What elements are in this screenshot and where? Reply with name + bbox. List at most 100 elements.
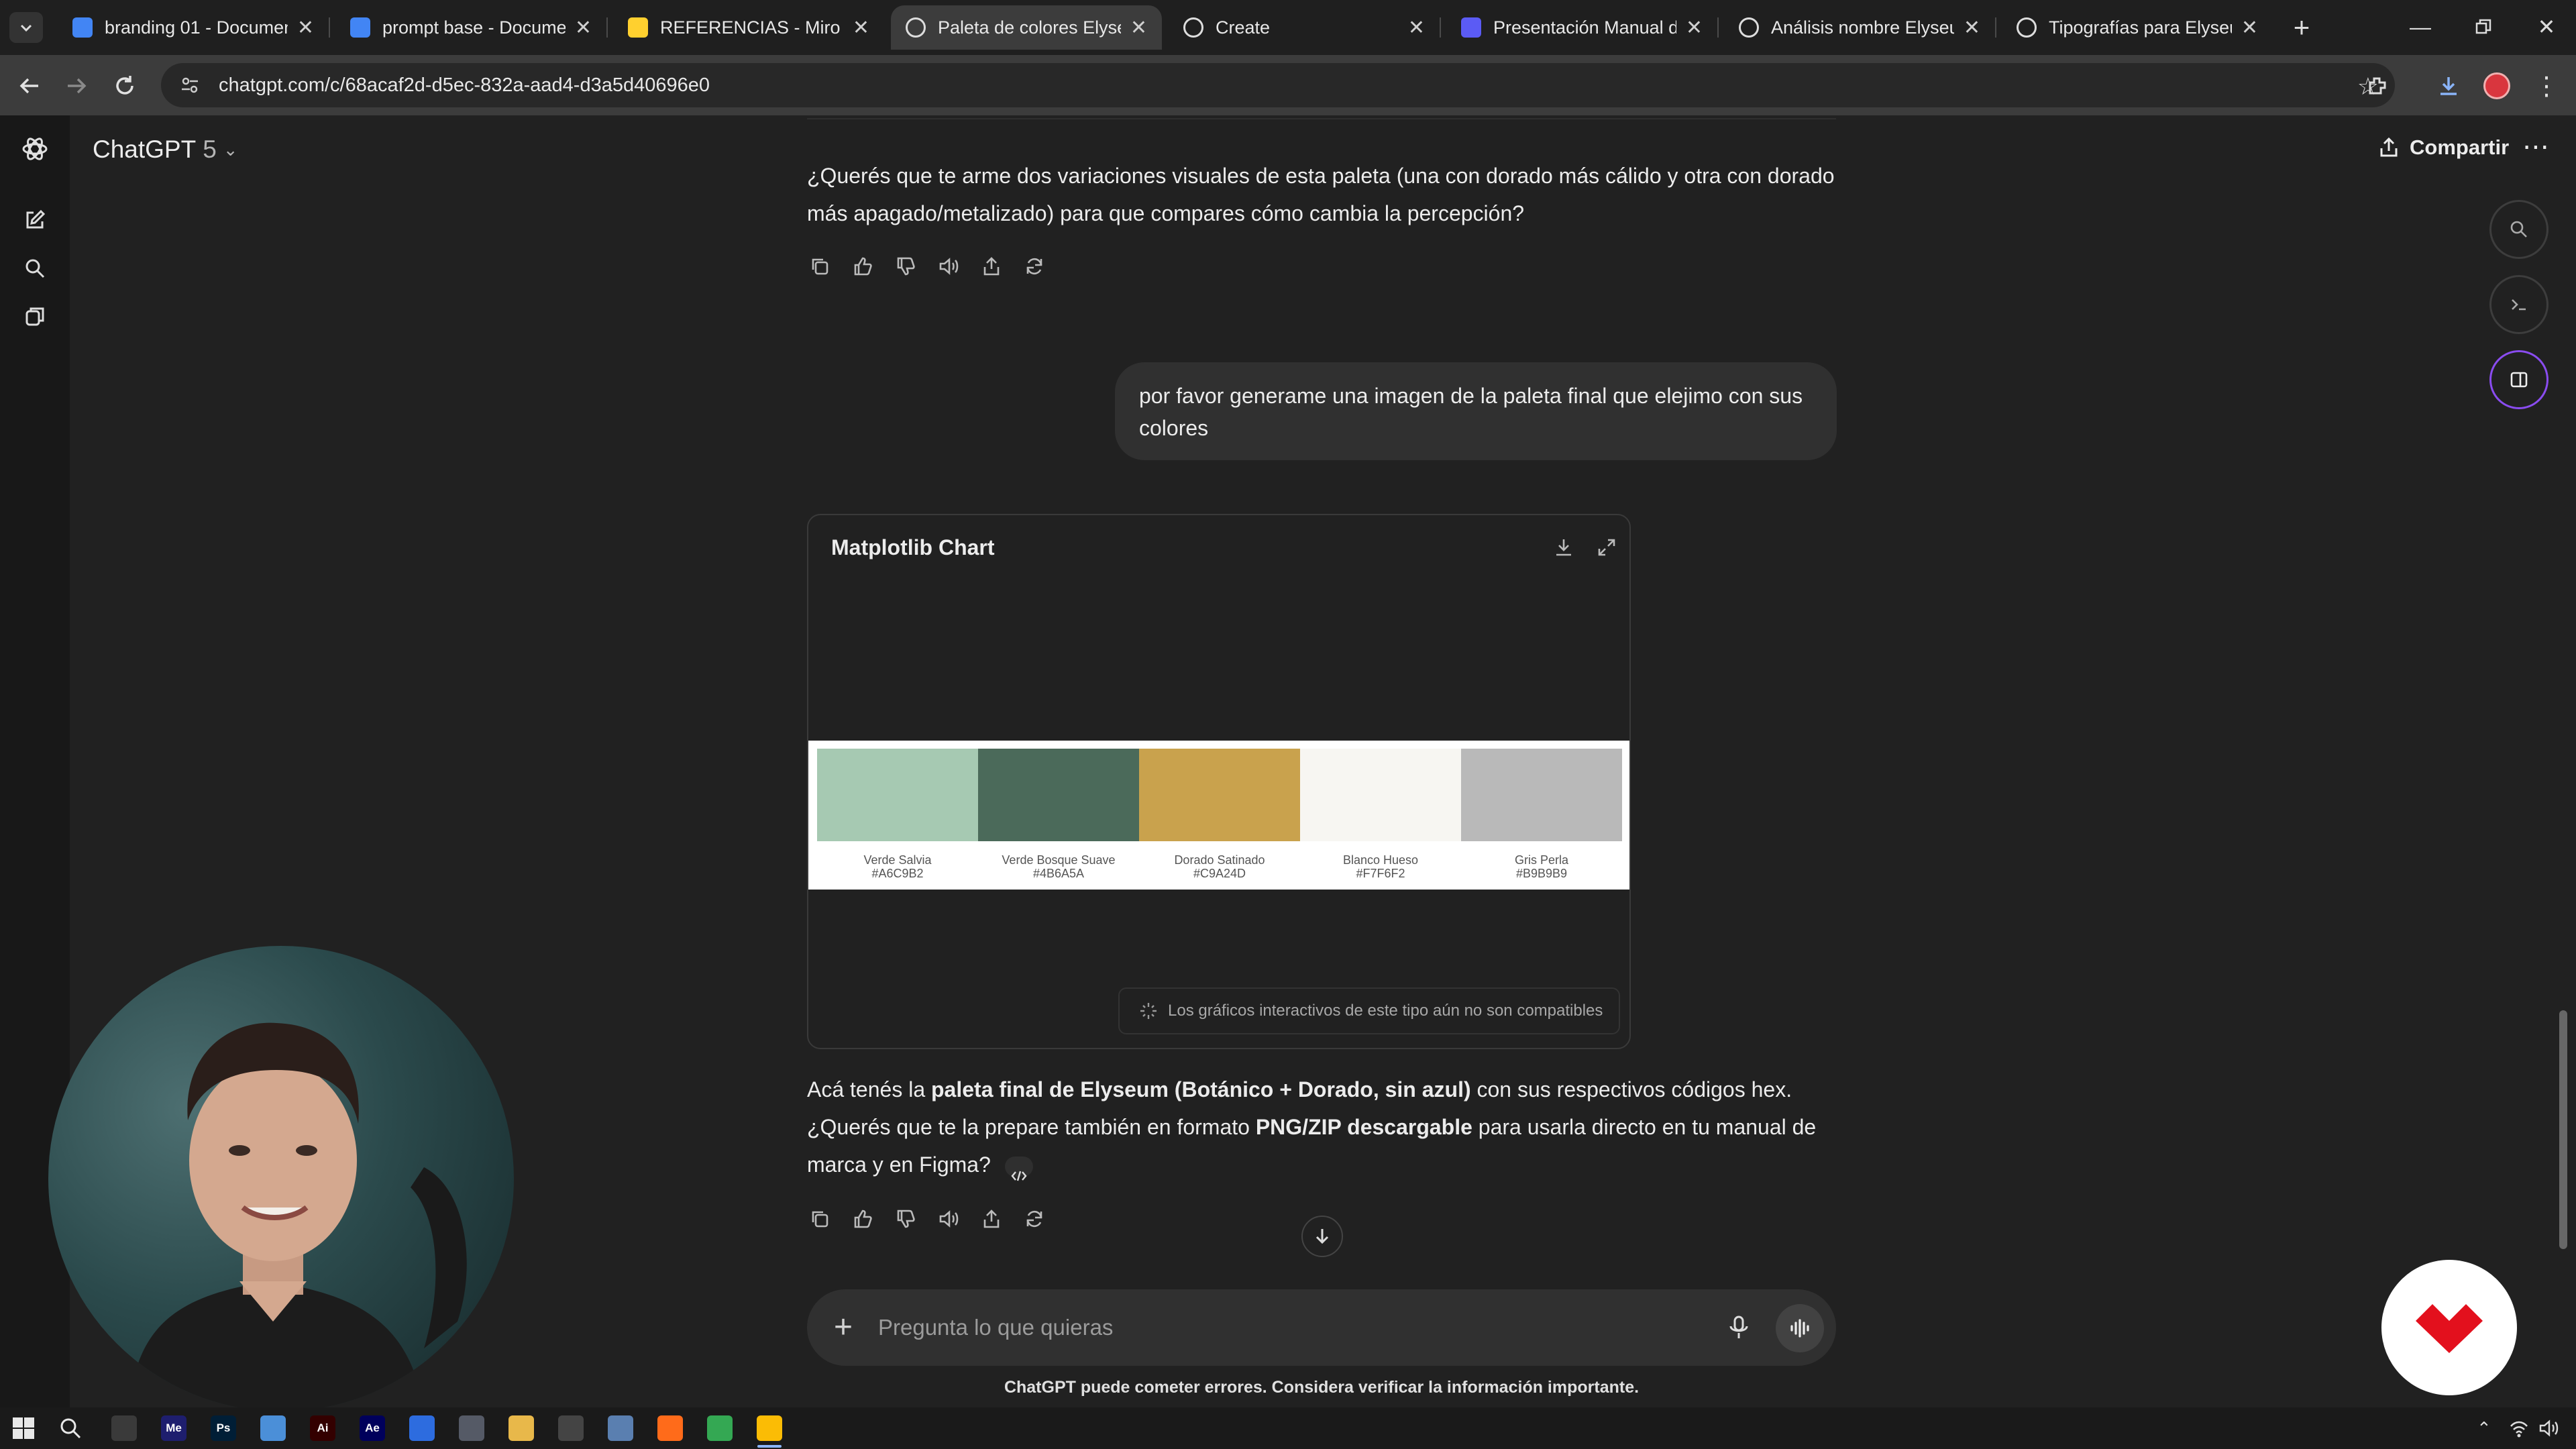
close-tab-icon[interactable]: ✕ — [1130, 16, 1147, 40]
openai-logo-icon[interactable] — [20, 134, 50, 164]
swatch-name-label: Gris Perla — [1514, 853, 1568, 867]
floating-sidepanel-button[interactable] — [2489, 350, 2548, 409]
illustrator-icon[interactable]: Ai — [310, 1415, 335, 1441]
chrome-icon[interactable] — [707, 1415, 733, 1441]
photoshop-icon[interactable]: Ps — [211, 1415, 236, 1441]
microphone-icon[interactable] — [1722, 1311, 1756, 1344]
restore-button[interactable] — [2463, 8, 2504, 46]
download-chart-icon[interactable] — [1550, 534, 1577, 561]
more-options-icon[interactable]: ⋯ — [2522, 131, 2549, 162]
swatch-hex-label: #A6C9B2 — [871, 867, 924, 880]
firefox-icon[interactable] — [657, 1415, 683, 1441]
browser-tab[interactable]: Presentación Manual de I ✕ — [1446, 5, 1717, 50]
calculator-icon[interactable] — [558, 1415, 584, 1441]
copy-icon[interactable] — [798, 250, 841, 283]
copy-icon[interactable] — [798, 1202, 841, 1236]
share-icon[interactable] — [970, 250, 1013, 283]
close-tab-icon[interactable]: ✕ — [297, 16, 314, 40]
forward-button[interactable] — [58, 67, 95, 105]
user-message: por favor generame una imagen de la pale… — [1115, 362, 1837, 460]
read-aloud-icon[interactable] — [927, 250, 970, 283]
scrollbar-thumb[interactable] — [2559, 1010, 2567, 1249]
close-tab-icon[interactable]: ✕ — [853, 16, 869, 40]
address-bar[interactable]: chatgpt.com/c/68acaf2d-d5ec-832a-aad4-d3… — [161, 63, 2395, 107]
close-tab-icon[interactable]: ✕ — [575, 16, 592, 40]
clock-app-icon[interactable] — [111, 1415, 137, 1441]
palette-swatch — [1300, 749, 1461, 841]
regenerate-icon[interactable] — [1013, 1202, 1056, 1236]
browser-tab[interactable]: prompt base - Documento ✕ — [335, 5, 606, 50]
share-button[interactable]: Compartir — [2377, 136, 2509, 160]
chatgpt-icon — [906, 17, 926, 38]
volume-icon[interactable] — [2538, 1418, 2560, 1442]
minimize-button[interactable]: — — [2400, 8, 2440, 46]
expand-icon[interactable] — [1593, 534, 1620, 561]
file-explorer-icon[interactable] — [508, 1415, 534, 1441]
read-aloud-icon[interactable] — [927, 1202, 970, 1236]
extensions-icon[interactable] — [2359, 67, 2396, 105]
browser-tab[interactable]: Paleta de colores Elyseum ✕ — [891, 5, 1162, 50]
code-source-icon[interactable] — [1004, 1156, 1033, 1181]
browser-menu-icon[interactable]: ⋮ — [2528, 67, 2565, 105]
text-span: Acá tenés la — [807, 1077, 931, 1102]
new-chat-icon[interactable] — [20, 205, 50, 235]
close-window-button[interactable]: ✕ — [2526, 8, 2567, 46]
media-encoder-icon[interactable]: Me — [161, 1415, 186, 1441]
new-tab-button[interactable]: + — [2284, 9, 2320, 46]
attach-plus-icon[interactable]: + — [834, 1308, 853, 1347]
app-circle-icon[interactable] — [409, 1415, 435, 1441]
browser-tab[interactable]: branding 01 - Documento ✕ — [58, 5, 329, 50]
tab-separator — [1717, 17, 1719, 38]
taskbar-search-icon[interactable] — [59, 1417, 82, 1440]
browser-tab[interactable]: Create ✕ — [1169, 5, 1440, 50]
message-line: ¿Querés que te la prepare también en for… — [807, 1108, 1840, 1146]
chatgpt-icon — [1739, 17, 1759, 38]
scroll-to-bottom-button[interactable] — [1301, 1216, 1343, 1257]
text-span: para usarla directo en tu manual de — [1472, 1115, 1817, 1139]
message-line: marca y en Figma? — [807, 1146, 1840, 1183]
browser-tab[interactable]: Tipografías para Elyseum ✕ — [2002, 5, 2273, 50]
share-icon[interactable] — [970, 1202, 1013, 1236]
browser-tab[interactable]: REFERENCIAS - Miro ✕ — [613, 5, 884, 50]
chrome-icon-active[interactable] — [757, 1415, 782, 1441]
model-selector[interactable]: ChatGPT 5 ⌄ — [93, 136, 238, 164]
prompt-input[interactable]: Pregunta lo que quieras — [878, 1315, 1113, 1340]
docs-icon — [72, 17, 93, 38]
download-icon[interactable] — [2430, 67, 2467, 105]
profile-avatar[interactable] — [2478, 67, 2516, 105]
reload-button[interactable] — [106, 67, 144, 105]
close-tab-icon[interactable]: ✕ — [1964, 16, 1980, 40]
search-icon — [2510, 221, 2527, 237]
thumbs-up-icon[interactable] — [841, 1202, 884, 1236]
url-text: chatgpt.com/c/68acaf2d-d5ec-832a-aad4-d3… — [219, 74, 710, 96]
back-button[interactable] — [11, 67, 48, 105]
close-tab-icon[interactable]: ✕ — [1686, 16, 1703, 40]
voice-mode-button[interactable] — [1776, 1304, 1824, 1352]
app-cloud-icon[interactable] — [459, 1415, 484, 1441]
terminal-icon — [2512, 299, 2526, 311]
close-tab-icon[interactable]: ✕ — [2241, 16, 2258, 40]
thumbs-up-icon[interactable] — [841, 250, 884, 283]
model-version: 5 — [203, 136, 217, 163]
tab-title: Presentación Manual de I — [1493, 17, 1676, 38]
close-tab-icon[interactable]: ✕ — [1408, 16, 1425, 40]
library-icon[interactable] — [20, 302, 50, 331]
site-info-icon[interactable] — [178, 74, 201, 97]
notepad-icon[interactable] — [260, 1415, 286, 1441]
floating-search-button[interactable] — [2489, 200, 2548, 259]
browser-tab[interactable]: Análisis nombre Elyseum ✕ — [1724, 5, 1995, 50]
notes-icon[interactable] — [608, 1415, 633, 1441]
thumbs-down-icon[interactable] — [884, 250, 927, 283]
search-chats-icon[interactable] — [20, 254, 50, 283]
network-icon[interactable] — [2509, 1418, 2529, 1442]
message-line: Acá tenés la paleta final de Elyseum (Bo… — [807, 1071, 1840, 1108]
regenerate-icon[interactable] — [1013, 250, 1056, 283]
floating-terminal-button[interactable] — [2489, 275, 2548, 334]
browser-toolbar: chatgpt.com/c/68acaf2d-d5ec-832a-aad4-d3… — [0, 55, 2576, 115]
windows-start-icon[interactable] — [12, 1417, 35, 1440]
thumbs-down-icon[interactable] — [884, 1202, 927, 1236]
swatch-hex-label: #F7F6F2 — [1356, 867, 1405, 880]
after-effects-icon[interactable]: Ae — [360, 1415, 385, 1441]
tray-chevron-up-icon[interactable]: ⌃ — [2477, 1418, 2491, 1439]
tab-search-button[interactable] — [9, 12, 43, 43]
